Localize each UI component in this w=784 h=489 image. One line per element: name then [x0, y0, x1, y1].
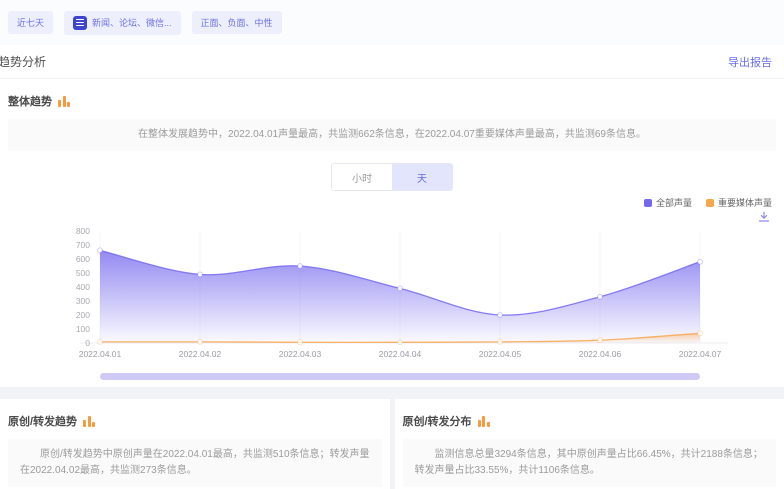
legend-label: 全部声量: [656, 196, 692, 209]
filter-chip-sources[interactable]: 新闻、论坛、微信...: [64, 11, 181, 35]
source-list-icon: [73, 16, 87, 30]
y-axis-tick: 400: [48, 282, 90, 292]
original-repost-distribution-summary: 监测信息总量3294条信息，其中原创声量占比66.45%，共计2188条信息；转…: [403, 439, 777, 487]
legend-item-all-volume[interactable]: 全部声量: [644, 196, 692, 209]
granularity-day-button[interactable]: 天: [392, 164, 452, 190]
filter-chip-sources-label: 新闻、论坛、微信...: [92, 16, 172, 29]
x-axis-label: 2022.04.03: [258, 349, 342, 359]
trend-chart: 0 100 200 300 400 500 600 700 800 2022.04.01 2022.…: [0, 221, 784, 387]
original-repost-distribution-title: 原创/转发分布: [403, 413, 472, 429]
x-axis-label: 2022.04.04: [358, 349, 442, 359]
x-axis-label: 2022.04.02: [158, 349, 242, 359]
legend-item-media-volume[interactable]: 重要媒体声量: [706, 196, 772, 209]
original-repost-trend-title: 原创/转发趋势: [8, 413, 77, 429]
bar-chart-icon: [478, 416, 490, 427]
filter-bar: 近七天 新闻、论坛、微信... 正面、负面、中性: [0, 0, 784, 45]
original-repost-trend-card: 原创/转发趋势 原创/转发趋势中原创声量在2022.04.01最高，共监测510…: [0, 399, 390, 489]
legend-swatch: [644, 199, 652, 207]
overall-trend-section-header: 整体趋势: [0, 79, 784, 109]
card-header: 趋势分析 导出报告: [0, 45, 784, 79]
x-axis-label: 2022.04.06: [558, 349, 642, 359]
y-axis-tick: 300: [48, 296, 90, 306]
original-repost-distribution-header: 原创/转发分布: [395, 399, 784, 429]
y-axis-tick: 0: [48, 338, 90, 348]
filter-chip-sentiments-label: 正面、负面、中性: [201, 16, 273, 29]
x-axis-label: 2022.04.01: [58, 349, 142, 359]
x-axis-label: 2022.04.05: [458, 349, 542, 359]
granularity-hour-button[interactable]: 小时: [332, 164, 392, 190]
y-axis-tick: 200: [48, 310, 90, 320]
trend-chart-canvas: [80, 225, 728, 349]
bar-chart-icon: [58, 96, 70, 107]
y-axis-tick: 700: [48, 240, 90, 250]
datazoom-slider[interactable]: [100, 373, 700, 380]
trend-analysis-card: 趋势分析 导出报告 整体趋势 在整体发展趋势中，2022.04.01声量最高，共…: [0, 45, 784, 387]
legend-label: 重要媒体声量: [718, 196, 772, 209]
granularity-toggle-row: 小时 天: [0, 163, 784, 191]
y-axis-tick: 600: [48, 254, 90, 264]
original-repost-distribution-card: 原创/转发分布 监测信息总量3294条信息，其中原创声量占比66.45%，共计2…: [395, 399, 784, 489]
filter-chip-sentiments[interactable]: 正面、负面、中性: [192, 11, 282, 34]
original-repost-trend-summary: 原创/转发趋势中原创声量在2022.04.01最高，共监测510条信息；转发声量…: [8, 439, 382, 487]
page-title: 趋势分析: [0, 53, 46, 70]
chart-legend: 全部声量 重要媒体声量: [0, 196, 784, 209]
granularity-toggle: 小时 天: [331, 163, 453, 191]
bottom-cards-row: 原创/转发趋势 原创/转发趋势中原创声量在2022.04.01最高，共监测510…: [0, 399, 784, 489]
overall-trend-summary: 在整体发展趋势中，2022.04.01声量最高，共监测662条信息，在2022.…: [8, 119, 776, 151]
y-axis-tick: 100: [48, 324, 90, 334]
legend-swatch: [706, 199, 714, 207]
filter-chip-date-range-label: 近七天: [17, 16, 44, 29]
overall-trend-title: 整体趋势: [8, 93, 52, 109]
bar-chart-icon: [83, 416, 95, 427]
filter-chip-date-range[interactable]: 近七天: [8, 11, 53, 34]
export-report-link[interactable]: 导出报告: [728, 54, 772, 70]
original-repost-trend-header: 原创/转发趋势: [0, 399, 390, 429]
y-axis-tick: 800: [48, 226, 90, 236]
y-axis-tick: 500: [48, 268, 90, 278]
x-axis-label: 2022.04.07: [658, 349, 742, 359]
